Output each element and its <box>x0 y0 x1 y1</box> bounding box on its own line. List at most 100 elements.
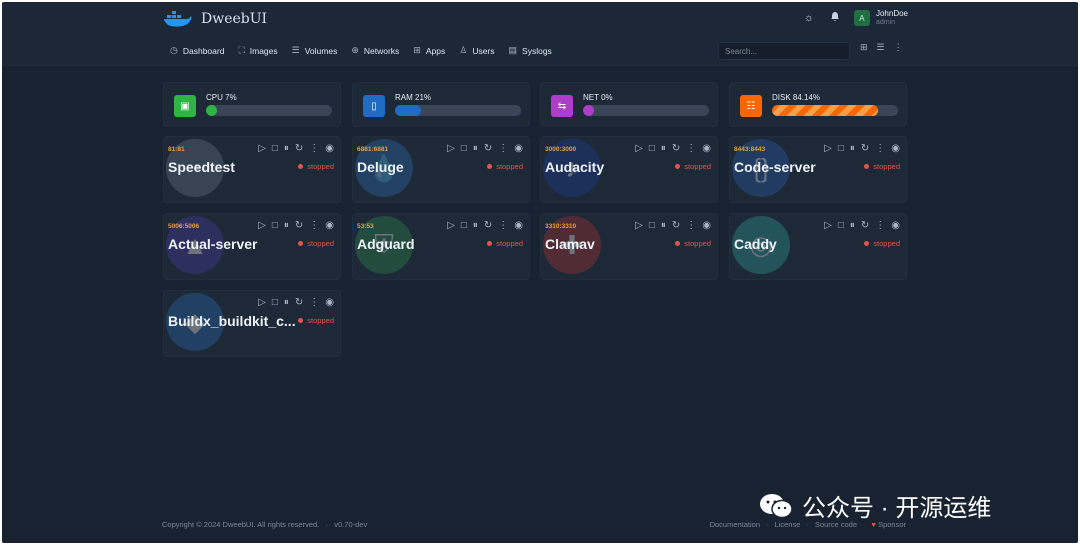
more-options-icon[interactable]: ⋮ <box>498 143 508 154</box>
restart-icon[interactable]: ↻ <box>484 143 492 154</box>
pause-icon[interactable]: ⏸ <box>850 143 855 154</box>
nav-label: Networks <box>363 45 400 56</box>
play-icon[interactable]: ▷ <box>258 143 266 154</box>
more-options-icon[interactable]: ⋮ <box>309 143 319 154</box>
card-actions: ▷ □ ⏸ ↻ ⋮ ◉ <box>258 297 334 308</box>
nav-label: Volumes <box>304 45 338 56</box>
container-card[interactable]: ♪ 3000:3000 ▷ □ ⏸ ↻ ⋮ ◉ Audacity stopped <box>540 136 718 203</box>
sun-icon[interactable]: ☼ <box>802 12 816 24</box>
pause-icon[interactable]: ⏸ <box>661 143 666 154</box>
nav-item-volumes[interactable]: ☰ Volumes <box>292 45 338 56</box>
main-nav: ◷ Dashboard ⛶ Images ☰ Volumes ⊕ Network… <box>170 45 552 56</box>
nav-item-syslogs[interactable]: ▤ Syslogs <box>509 45 552 56</box>
user-menu[interactable]: A JohnDoe admin <box>853 9 908 27</box>
container-card[interactable]: ▲ 5006:5006 ▷ □ ⏸ ↻ ⋮ ◉ Actual-server st… <box>163 213 341 280</box>
apps-icon: ⊞ <box>413 45 421 55</box>
volumes-icon: ☰ <box>291 45 300 55</box>
restart-icon[interactable]: ↻ <box>295 143 303 154</box>
container-card[interactable]: ◔ 81:81 ▷ □ ⏸ ↻ ⋮ ◉ Speedtest stopped <box>163 136 341 203</box>
status-dot <box>487 241 493 246</box>
stop-icon[interactable]: □ <box>838 220 844 231</box>
pause-icon[interactable]: ⏸ <box>473 220 478 231</box>
container-name: Buildx_buildkit_c... <box>168 313 296 329</box>
pause-icon[interactable]: ⏸ <box>284 297 289 308</box>
container-card[interactable]: 💧 6881:6881 ▷ □ ⏸ ↻ ⋮ ◉ Deluge stopped <box>352 136 530 203</box>
card-actions: ▷ □ ⏸ ↻ ⋮ ◉ <box>824 220 900 231</box>
eye-icon[interactable]: ◉ <box>891 220 900 231</box>
stop-icon[interactable]: □ <box>272 297 278 308</box>
nav-item-dashboard[interactable]: ◷ Dashboard <box>170 45 224 56</box>
stop-icon[interactable]: □ <box>461 220 467 231</box>
restart-icon[interactable]: ↻ <box>861 220 869 231</box>
container-card[interactable]: ⛨ 53:53 ▷ □ ⏸ ↻ ⋮ ◉ Adguard stopped <box>352 213 530 280</box>
stat-label: NET 0% <box>583 93 613 102</box>
pause-icon[interactable]: ⏸ <box>850 220 855 231</box>
container-card[interactable]: ◆ ▷ □ ⏸ ↻ ⋮ ◉ Buildx_buildkit_c... stopp… <box>163 290 341 357</box>
play-icon[interactable]: ▷ <box>824 143 832 154</box>
status-badge: stopped <box>487 162 523 171</box>
status-text: stopped <box>496 239 523 248</box>
play-icon[interactable]: ▷ <box>258 297 266 308</box>
eye-icon[interactable]: ◉ <box>325 143 334 154</box>
eye-icon[interactable]: ◉ <box>325 220 334 231</box>
more-options-icon[interactable]: ⋮ <box>309 220 319 231</box>
nav-item-networks[interactable]: ⊕ Networks <box>351 45 399 56</box>
brand[interactable]: DweebUI <box>163 9 267 29</box>
container-card[interactable]: ✚ 3310:3310 ▷ □ ⏸ ↻ ⋮ ◉ Clamav stopped <box>540 213 718 280</box>
eye-icon[interactable]: ◉ <box>325 297 334 308</box>
eye-icon[interactable]: ◉ <box>702 220 711 231</box>
nav-item-images[interactable]: ⛶ Images <box>238 45 277 56</box>
status-dot <box>487 164 493 169</box>
grid-view-icon[interactable]: ⊞ <box>860 42 868 53</box>
restart-icon[interactable]: ↻ <box>672 220 680 231</box>
port-mapping: 5006:5006 <box>168 223 200 230</box>
more-options-icon[interactable]: ⋮ <box>686 143 696 154</box>
more-options-icon[interactable]: ⋮ <box>686 220 696 231</box>
restart-icon[interactable]: ↻ <box>672 143 680 154</box>
container-card[interactable]: {} 8443:8443 ▷ □ ⏸ ↻ ⋮ ◉ Code-server sto… <box>729 136 907 203</box>
stop-icon[interactable]: □ <box>461 143 467 154</box>
stop-icon[interactable]: □ <box>649 143 655 154</box>
pause-icon[interactable]: ⏸ <box>473 143 478 154</box>
nav-item-apps[interactable]: ⊞ Apps <box>413 45 445 56</box>
status-text: stopped <box>307 239 334 248</box>
nav-label: Dashboard <box>182 45 225 56</box>
play-icon[interactable]: ▷ <box>824 220 832 231</box>
nav-item-users[interactable]: ♙ Users <box>459 45 494 56</box>
stop-icon[interactable]: □ <box>272 143 278 154</box>
restart-icon[interactable]: ↻ <box>484 220 492 231</box>
play-icon[interactable]: ▷ <box>258 220 266 231</box>
more-options-icon[interactable]: ⋮ <box>875 143 885 154</box>
status-text: stopped <box>873 162 900 171</box>
footer-link-documentation[interactable]: Documentation <box>710 520 760 529</box>
eye-icon[interactable]: ◉ <box>514 143 523 154</box>
search-input[interactable] <box>718 42 850 60</box>
stop-icon[interactable]: □ <box>272 220 278 231</box>
container-name: Actual-server <box>168 236 258 252</box>
list-view-icon[interactable]: ☰ <box>877 42 885 53</box>
pause-icon[interactable]: ⏸ <box>284 220 289 231</box>
more-options-icon[interactable]: ⋮ <box>309 297 319 308</box>
status-dot <box>298 241 304 246</box>
more-options-icon[interactable]: ⋮ <box>875 220 885 231</box>
restart-icon[interactable]: ↻ <box>861 143 869 154</box>
stop-icon[interactable]: □ <box>649 220 655 231</box>
status-text: stopped <box>684 162 711 171</box>
play-icon[interactable]: ▷ <box>447 143 455 154</box>
stop-icon[interactable]: □ <box>838 143 844 154</box>
more-options-icon[interactable]: ⋮ <box>894 42 903 53</box>
more-options-icon[interactable]: ⋮ <box>498 220 508 231</box>
eye-icon[interactable]: ◉ <box>702 143 711 154</box>
restart-icon[interactable]: ↻ <box>295 297 303 308</box>
play-icon[interactable]: ▷ <box>447 220 455 231</box>
pause-icon[interactable]: ⏸ <box>284 143 289 154</box>
eye-icon[interactable]: ◉ <box>891 143 900 154</box>
eye-icon[interactable]: ◉ <box>514 220 523 231</box>
status-text: stopped <box>873 239 900 248</box>
bell-icon[interactable] <box>828 11 842 25</box>
restart-icon[interactable]: ↻ <box>295 220 303 231</box>
play-icon[interactable]: ▷ <box>635 143 643 154</box>
play-icon[interactable]: ▷ <box>635 220 643 231</box>
pause-icon[interactable]: ⏸ <box>661 220 666 231</box>
container-card[interactable]: ◎ ▷ □ ⏸ ↻ ⋮ ◉ Caddy stopped <box>729 213 907 280</box>
